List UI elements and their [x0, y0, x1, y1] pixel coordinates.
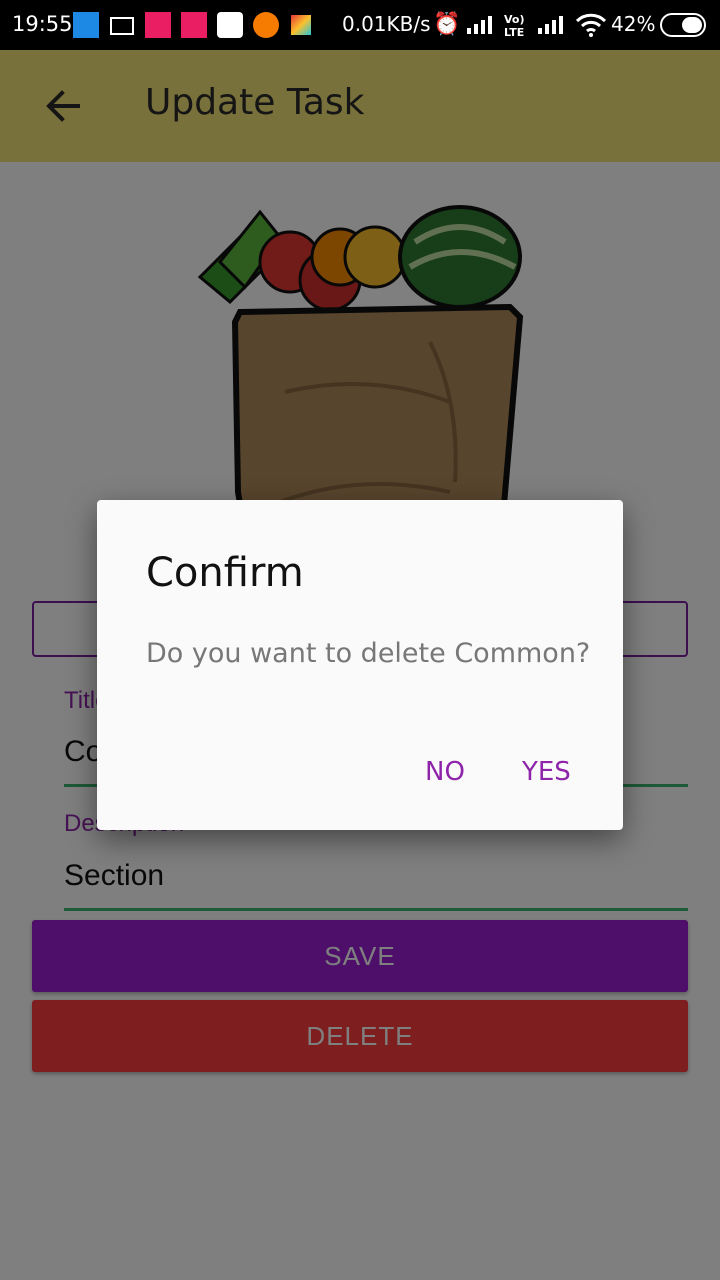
alarm-icon: ⏰ [433, 12, 461, 37]
espn-cricinfo-icon [73, 12, 99, 38]
dialog-message: Do you want to delete Common? [146, 638, 591, 669]
status-bar: 19:55 0.01KB/s ⏰ Vo) LTE 42% [0, 0, 720, 50]
net-speed: 0.01KB/s [342, 12, 431, 36]
orange-circle-icon [253, 12, 279, 38]
airtel-icon [145, 12, 171, 38]
no-button[interactable]: NO [425, 757, 465, 787]
battery-icon [660, 13, 706, 37]
ftp-icon [110, 17, 134, 35]
svg-text:Vo): Vo) [504, 13, 525, 26]
airtel-icon [181, 12, 207, 38]
volte-icon: Vo) LTE [504, 13, 525, 38]
signal-icon [538, 16, 563, 34]
svg-text:LTE: LTE [504, 26, 524, 38]
confirm-dialog: Confirm Do you want to delete Common? NO… [97, 500, 623, 830]
status-time: 19:55 [12, 12, 73, 36]
kite-icon [291, 15, 311, 35]
app-icon [217, 12, 243, 38]
wifi-icon [575, 13, 607, 37]
battery-percent: 42% [611, 12, 656, 36]
yes-button[interactable]: YES [522, 757, 571, 787]
signal-icon [467, 16, 492, 34]
dialog-title: Confirm [146, 550, 304, 596]
